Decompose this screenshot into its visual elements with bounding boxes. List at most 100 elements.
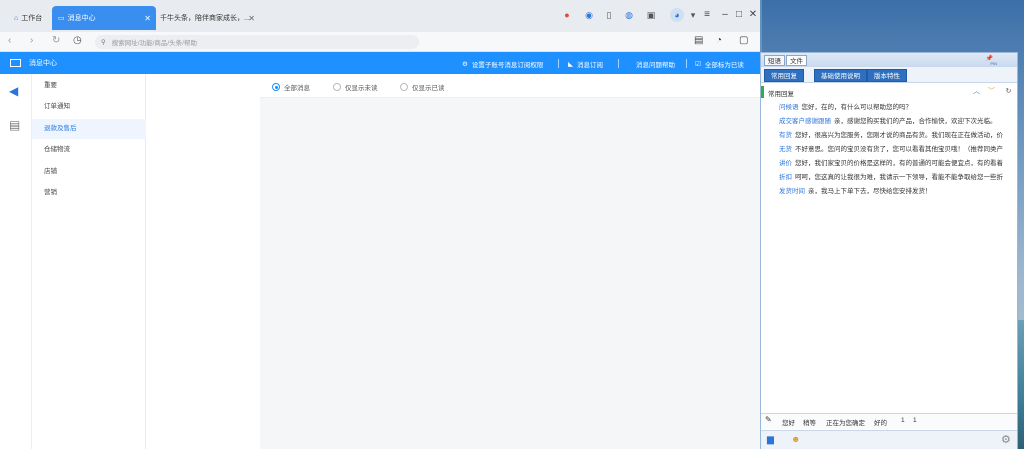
speaker-icon[interactable]: ◀ — [9, 84, 18, 98]
rss-icon: ◣ — [568, 61, 573, 68]
reply-key: 发货时间 — [779, 188, 805, 195]
radio-checked-icon — [272, 83, 280, 91]
folder-icon[interactable]: ▆ — [767, 434, 774, 445]
filter-bar: 全部消息 仅显示未读 仅显示已读 — [260, 74, 760, 98]
document-icon[interactable]: ▤ — [9, 118, 20, 132]
quick-word[interactable]: 您好 — [782, 417, 795, 427]
emoji-icon[interactable]: ☻ — [791, 434, 800, 444]
reply-group-label: 常用回复 — [768, 91, 794, 98]
reply-key: 无货 — [779, 146, 792, 153]
quick-word[interactable]: 1 — [901, 417, 905, 424]
avatar[interactable]: ◕ — [670, 8, 684, 22]
radio-label: 全部消息 — [284, 85, 310, 92]
reply-key: 有货 — [779, 132, 792, 139]
radio-icon — [333, 83, 341, 91]
subtab-version-features[interactable]: 版本特性 — [867, 69, 907, 82]
quick-reply-subtabs: 常用回复 基础使用说明 版本特性 — [761, 67, 1017, 83]
quick-reply-footer: ▆ ☻ ⚙ — [761, 430, 1017, 449]
quick-word[interactable]: 1 — [913, 417, 917, 424]
chevron-down-icon[interactable]: ﹀ — [986, 87, 997, 97]
refresh-icon[interactable]: ↻ — [52, 35, 60, 46]
app-header: 消息中心 ⚙ 设置子账号消息订阅权限 ◣ 消息订阅 消息问题帮助 ☑ 全部标为已… — [0, 52, 760, 74]
mark-all-read-button[interactable]: ☑ 全部标为已读 — [695, 59, 744, 69]
subscription-link[interactable]: ◣ 消息订阅 — [568, 59, 603, 69]
address-bar: ‹ › ↻ ◷ ⚲ 搜索网址/功能/商品/头条/帮助 ▤ ◔ ▢ — [0, 32, 760, 52]
shield-icon[interactable]: ◉ — [582, 8, 596, 22]
tab-label: 千牛头条，陪伴商家成长，... — [160, 15, 250, 22]
reply-text: 亲，我马上下单下去，尽快给您安排发货！ — [808, 188, 932, 195]
phone-icon[interactable]: ▯ — [602, 8, 616, 22]
subtab-common-replies[interactable]: 常用回复 — [764, 69, 804, 82]
message-icon[interactable]: ▢ — [739, 35, 748, 46]
headset-icon[interactable]: ◍ — [622, 8, 636, 22]
left-rail: ◀ ▤ — [0, 74, 32, 449]
file-icon[interactable]: ▤ — [694, 35, 703, 46]
subtab-basic-usage[interactable]: 基础使用说明 — [814, 69, 867, 82]
help-link[interactable]: 消息问题帮助 — [636, 59, 675, 69]
quick-word[interactable]: 正在为您确定 — [826, 417, 865, 427]
menu-item-refund[interactable]: 退款及售后 — [32, 119, 146, 139]
mail-icon — [10, 59, 21, 67]
clock-icon[interactable]: ◔ — [716, 35, 722, 46]
chat-icon: ▭ — [58, 15, 65, 22]
forward-icon[interactable]: › — [30, 35, 33, 46]
reply-row[interactable]: 成交客户感谢跟随 亲，感谢您购买我们的产品，合作愉快，欢迎下次光临。 — [779, 115, 1017, 128]
inbox-icon[interactable]: ▣ — [644, 8, 658, 22]
tab-message-center[interactable]: ▭ 消息中心 ✕ — [52, 6, 156, 30]
reply-row[interactable]: 发货时间 亲，我马上下单下去，尽快给您安排发货！ — [779, 185, 1017, 198]
close-icon[interactable]: ✕ — [144, 14, 151, 23]
filter-all-radio[interactable]: 全部消息 — [272, 82, 310, 92]
menu-icon[interactable]: ≡ — [700, 9, 714, 20]
maximize-icon[interactable]: □ — [732, 9, 746, 20]
menu-item-logistics[interactable]: 仓储物流 — [32, 140, 146, 160]
menu-item-marketing[interactable]: 营销 — [32, 183, 146, 203]
quick-reply-panel: 短语 文件 📌 PIN 常用回复 基础使用说明 版本特性 常用回复 ︿ ﹀ ↻ … — [760, 52, 1018, 449]
subaccount-permission-link[interactable]: ⚙ 设置子账号消息订阅权限 — [462, 59, 543, 69]
reply-row[interactable]: 讲价 您好，我们家宝贝的价格是这样的，有的普通的可能会便宜点，有的看着 — [779, 157, 1017, 170]
reply-text: 亲，感谢您购买我们的产品，合作愉快，欢迎下次光临。 — [834, 118, 997, 125]
chevron-down-icon[interactable]: ▾ — [686, 8, 700, 22]
reply-row[interactable]: 有货 您好，很高兴为您服务，您刚才说的商品有货。我们现在正在做活动，价 — [779, 129, 1017, 142]
menu-item-important[interactable]: 重要 — [32, 76, 146, 96]
reply-text: 您好，在的，有什么可以帮助您的吗？ — [801, 104, 913, 111]
divider — [558, 59, 559, 68]
pencil-icon[interactable]: ✎ — [765, 415, 772, 424]
search-icon: ⚲ — [101, 39, 106, 46]
tab-files[interactable]: 文件 — [786, 55, 807, 66]
tab-workbench[interactable]: ⌂ 工作台 — [14, 6, 42, 30]
action-label: 消息问题帮助 — [636, 62, 675, 69]
reply-row[interactable]: 折扣 呵呵，您这真的让我很为难，我请示一下领导，看能不能争取给您一些折 — [779, 171, 1017, 184]
notification-icon[interactable]: ● — [560, 8, 574, 22]
refresh-icon[interactable]: ↻ — [1003, 87, 1014, 97]
checkbox-icon: ☑ — [695, 61, 701, 68]
reply-text: 不好意思。您问的宝贝没有货了，您可以看看其他宝贝哦！（推荐同类产 — [795, 146, 1003, 153]
divider — [686, 59, 687, 68]
quick-word[interactable]: 好的 — [874, 417, 887, 427]
divider — [618, 59, 619, 68]
action-label: 消息订阅 — [577, 62, 603, 69]
reply-row[interactable]: 无货 不好意思。您问的宝贝没有货了，您可以看看其他宝贝哦！（推荐同类产 — [779, 143, 1017, 156]
settings-icon[interactable]: ⚙ — [1001, 433, 1011, 446]
quick-words-bar: ✎ 您好 稍等 正在为您确定 好的 1 1 — [761, 413, 1017, 429]
back-icon[interactable]: ‹ — [8, 35, 11, 46]
chevron-up-icon[interactable]: ︿ — [971, 87, 982, 97]
reply-key: 成交客户感谢跟随 — [779, 118, 831, 125]
tab-headlines[interactable]: 千牛头条，陪伴商家成长，... ✕ — [160, 6, 260, 30]
radio-icon — [400, 83, 408, 91]
reply-text: 您好，很高兴为您服务，您刚才说的商品有货。我们现在正在做活动，价 — [795, 132, 1003, 139]
tab-phrases[interactable]: 短语 — [764, 55, 785, 66]
menu-item-order-notice[interactable]: 订单通知 — [32, 97, 146, 117]
quick-word[interactable]: 稍等 — [803, 417, 816, 427]
filter-unread-radio[interactable]: 仅显示未读 — [333, 82, 378, 92]
minimize-icon[interactable]: – — [718, 9, 732, 20]
history-icon[interactable]: ◷ — [73, 35, 82, 46]
reply-text: 呵呵，您这真的让我很为难，我请示一下领导，看能不能争取给您一些折 — [795, 174, 1003, 181]
search-input[interactable]: ⚲ 搜索网址/功能/商品/头条/帮助 — [95, 35, 419, 49]
message-list — [147, 74, 260, 449]
page-title-text: 消息中心 — [29, 60, 57, 67]
close-icon[interactable]: ✕ — [248, 14, 255, 23]
close-window-icon[interactable]: ✕ — [746, 9, 760, 20]
filter-read-radio[interactable]: 仅显示已读 — [400, 82, 445, 92]
reply-row[interactable]: 问候语 您好，在的，有什么可以帮助您的吗？ — [779, 101, 1017, 114]
menu-item-store[interactable]: 店铺 — [32, 162, 146, 182]
